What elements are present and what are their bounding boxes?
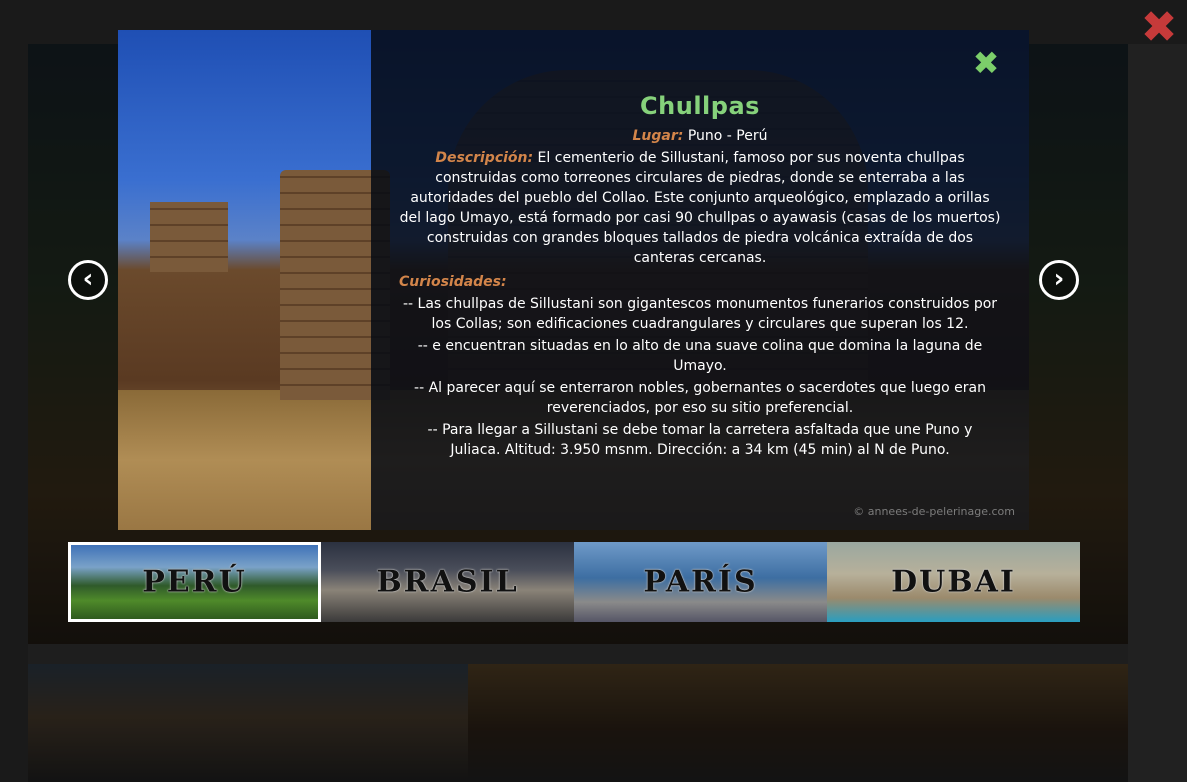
descripcion-label: Descripción: bbox=[435, 150, 534, 166]
descripcion-text: El cementerio de Sillustani, famoso por … bbox=[399, 150, 1001, 266]
lugar-label: Lugar: bbox=[632, 128, 684, 144]
curiosidad-item: -- Las chullpas de Sillustani son gigant… bbox=[402, 296, 998, 332]
previous-arrow-icon[interactable]: ‹ bbox=[68, 260, 108, 300]
curiosidad-item: -- Para llegar a Sillustani se debe toma… bbox=[427, 422, 973, 458]
photo-tower-small bbox=[150, 202, 228, 272]
lightbox-modal: ✖ Chullpas Lugar: Puno - Perú Descripció… bbox=[118, 30, 1029, 530]
lugar-line: Lugar: Puno - Perú bbox=[399, 126, 1001, 146]
thumbnail-label: PERÚ bbox=[142, 564, 247, 600]
thumbnail-label: BRASIL bbox=[376, 564, 519, 600]
lugar-value: Puno - Perú bbox=[683, 128, 768, 144]
modal-close-icon[interactable]: ✖ bbox=[971, 47, 1001, 79]
curiosidades-heading: Curiosidades: bbox=[399, 272, 1001, 292]
info-panel: ✖ Chullpas Lugar: Puno - Perú Descripció… bbox=[371, 30, 1029, 530]
curiosidad-item: -- e encuentran situadas en lo alto de u… bbox=[417, 338, 983, 374]
thumbnail-dubai[interactable]: DUBAI bbox=[827, 542, 1080, 622]
modal-title: Chullpas bbox=[640, 92, 760, 120]
thumbnail-label: DUBAI bbox=[891, 564, 1016, 600]
photo-credit: © annees-de-pelerinage.com bbox=[853, 505, 1015, 518]
thumbnail-strip: PERÚ BRASIL PARÍS DUBAI bbox=[68, 542, 1080, 622]
curiosidades-label: Curiosidades: bbox=[399, 274, 507, 290]
descripcion-block: Descripción: El cementerio de Sillustani… bbox=[399, 148, 1001, 268]
thumbnail-brasil[interactable]: BRASIL bbox=[321, 542, 574, 622]
overlay-close-icon[interactable]: ✖ bbox=[1140, 6, 1178, 50]
thumbnail-peru[interactable]: PERÚ bbox=[68, 542, 321, 622]
curiosidad-item: -- Al parecer aquí se enterraron nobles,… bbox=[414, 380, 986, 416]
thumbnail-label: PARÍS bbox=[643, 564, 758, 600]
next-arrow-icon[interactable]: › bbox=[1039, 260, 1079, 300]
thumbnail-paris[interactable]: PARÍS bbox=[574, 542, 827, 622]
